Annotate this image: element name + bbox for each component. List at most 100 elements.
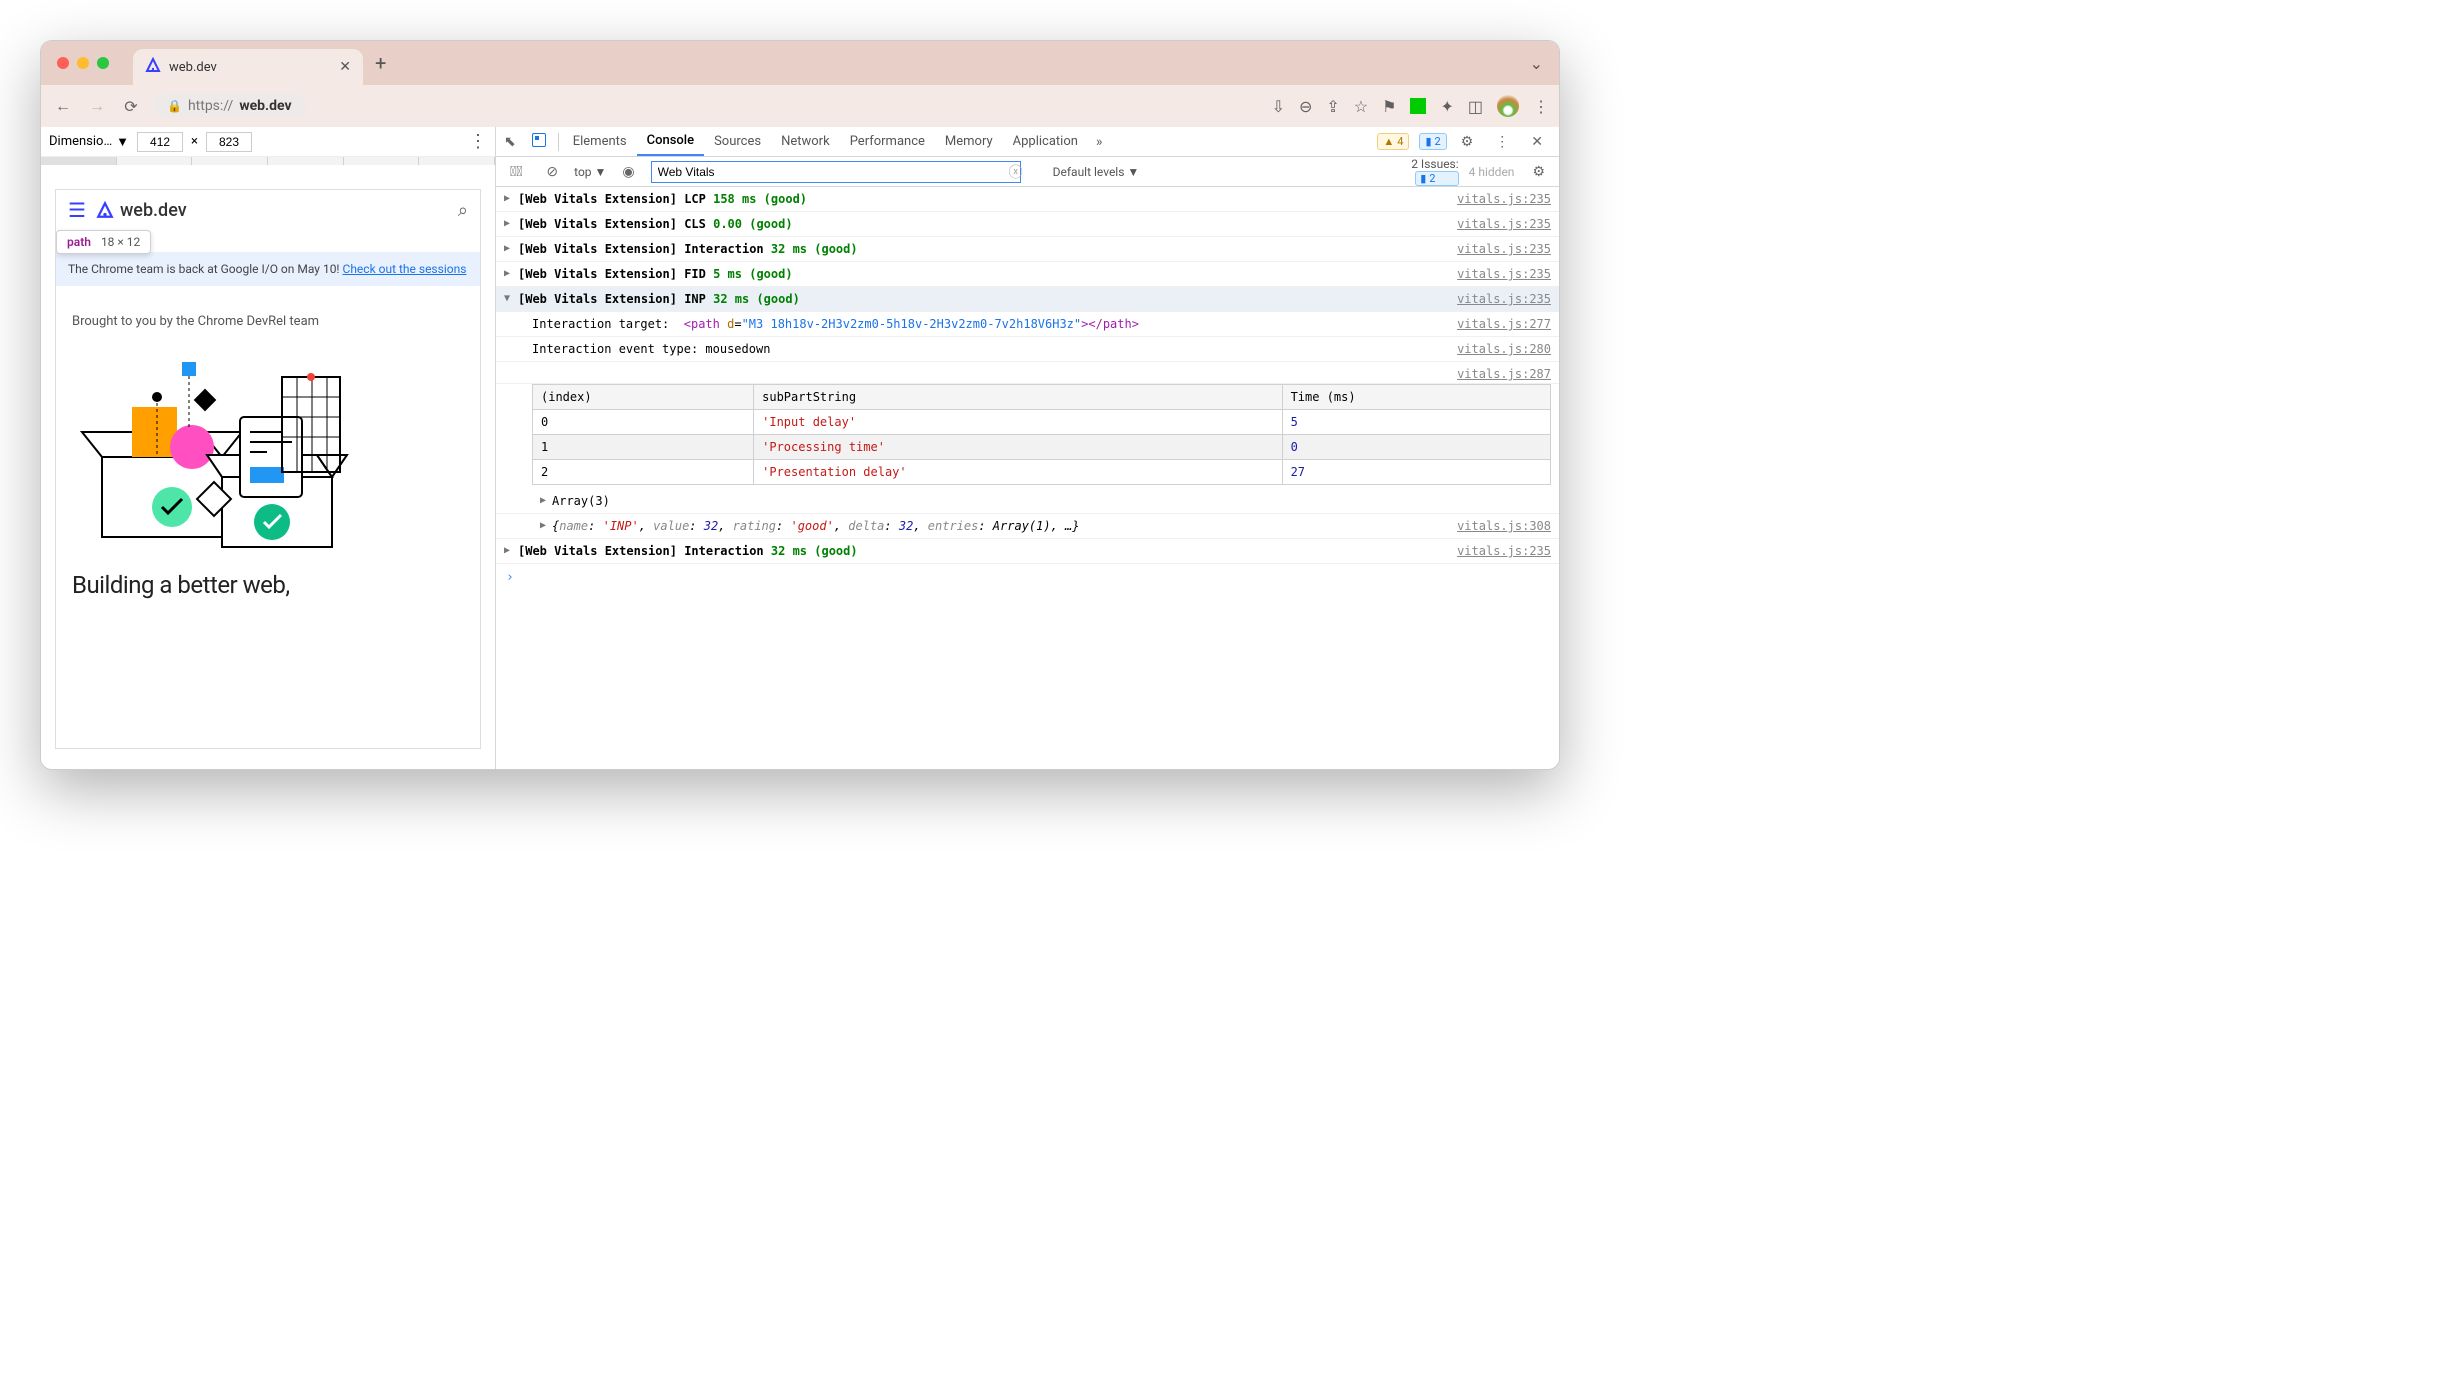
warnings-badge[interactable]: ▲ 4 (1377, 133, 1409, 150)
banner-link[interactable]: Check out the sessions (343, 262, 467, 276)
clear-console-icon[interactable]: ⊘ (538, 164, 566, 180)
console-prompt[interactable]: › (496, 564, 1559, 592)
more-tabs-button[interactable]: » (1088, 134, 1111, 150)
console-table: (index) subPartString Time (ms) 0'Input … (532, 384, 1551, 485)
sidepanel-icon[interactable]: ◫ (1468, 97, 1483, 116)
source-link[interactable]: vitals.js:235 (1457, 290, 1551, 308)
dim-separator: × (191, 134, 198, 149)
inspector-tooltip: path 18 × 12 (56, 230, 151, 254)
eye-icon[interactable]: ◉ (614, 164, 642, 180)
close-tab-button[interactable]: ✕ (339, 59, 351, 75)
lock-icon: 🔒 (167, 99, 182, 113)
hidden-count: 4 hidden (1469, 165, 1515, 179)
new-tab-button[interactable]: + (375, 51, 386, 75)
tab-elements[interactable]: Elements (563, 127, 637, 156)
source-link[interactable]: vitals.js:277 (1457, 315, 1551, 333)
url-scheme: https:// (188, 98, 233, 114)
log-detail-target: Interaction target: <path d="M3 18h18v-2… (496, 312, 1559, 337)
site-heading: Building a better web, (72, 571, 464, 600)
tab-title: web.dev (169, 60, 331, 75)
table-row: 2'Presentation delay'27 (533, 460, 1551, 485)
close-window-button[interactable] (57, 57, 69, 69)
flag-icon[interactable]: ⚑ (1382, 97, 1396, 116)
maximize-window-button[interactable] (97, 57, 109, 69)
forward-button[interactable]: → (85, 96, 109, 116)
devtools-menu-icon[interactable]: ⋮ (1487, 134, 1517, 150)
table-header: subPartString (754, 385, 1282, 410)
search-icon[interactable]: ⌕ (458, 200, 468, 221)
hero-illustration (72, 347, 352, 557)
expand-caret-icon[interactable]: ▶ (504, 265, 518, 283)
zoom-icon[interactable]: ⊖ (1299, 97, 1312, 116)
table-row: 1'Processing time'0 (533, 435, 1551, 460)
issues-link[interactable]: 2 Issues: ▮ 2 (1411, 157, 1458, 186)
tab-sources[interactable]: Sources (704, 127, 771, 156)
inspect-icon[interactable]: ⬉ (496, 134, 524, 150)
object-summary[interactable]: ▶ {name: 'INP', value: 32, rating: 'good… (496, 514, 1559, 539)
share-icon[interactable]: ⇪ (1326, 97, 1339, 116)
site-logo[interactable]: web.dev (96, 200, 187, 221)
tab-performance[interactable]: Performance (840, 127, 935, 156)
favicon-icon (145, 57, 161, 77)
scope-select[interactable]: top ▼ (574, 165, 606, 179)
source-link[interactable]: vitals.js:287 (1457, 365, 1551, 383)
kebab-menu-icon[interactable]: ⋮ (1533, 97, 1549, 116)
window-controls (57, 57, 109, 69)
url-bar[interactable]: 🔒 https:// web.dev (153, 94, 306, 118)
log-row[interactable]: ▶ [Web Vitals Extension] FID 5 ms (good)… (496, 262, 1559, 287)
toolbar-icons: ⇩ ⊖ ⇪ ☆ ⚑ ✦ ◫ ⋮ (1272, 95, 1549, 117)
device-select[interactable]: Dimensio…▼ (49, 134, 129, 150)
extension-square-icon[interactable] (1410, 98, 1426, 114)
levels-select[interactable]: Default levels ▼ (1053, 165, 1140, 179)
settings-icon[interactable]: ⚙ (1453, 134, 1482, 150)
close-devtools-button[interactable]: ✕ (1523, 134, 1551, 150)
filter-input[interactable] (651, 161, 1021, 183)
url-host: web.dev (239, 98, 291, 114)
clear-filter-icon[interactable]: ⓧ (1001, 162, 1031, 182)
browser-tab[interactable]: web.dev ✕ (133, 49, 363, 85)
devtools-panel: ⬉ Elements Console Sources Network Perfo… (496, 127, 1559, 769)
run-icon[interactable]: ▸⃞ (502, 164, 530, 180)
array-summary[interactable]: ▶Array(3) (496, 489, 1559, 514)
expand-caret-icon[interactable]: ▶ (504, 215, 518, 233)
source-link[interactable]: vitals.js:235 (1457, 190, 1551, 208)
collapse-caret-icon[interactable]: ▼ (504, 290, 518, 308)
width-input[interactable] (137, 132, 183, 152)
bookmark-icon[interactable]: ☆ (1354, 97, 1368, 116)
expand-caret-icon[interactable]: ▶ (504, 240, 518, 258)
log-row[interactable]: ▶ [Web Vitals Extension] CLS 0.00 (good)… (496, 212, 1559, 237)
browser-window: web.dev ✕ + ⌄ ← → ⟳ 🔒 https:// web.dev ⇩ … (40, 40, 1560, 770)
download-icon[interactable]: ⇩ (1272, 97, 1285, 116)
extensions-icon[interactable]: ✦ (1440, 97, 1453, 116)
source-link[interactable]: vitals.js:235 (1457, 240, 1551, 258)
tab-memory[interactable]: Memory (935, 127, 1003, 156)
info-badge[interactable]: ▮ 2 (1419, 133, 1446, 150)
source-link[interactable]: vitals.js:235 (1457, 215, 1551, 233)
source-link[interactable]: vitals.js:235 (1457, 265, 1551, 283)
site-banner: The Chrome team is back at Google I/O on… (56, 252, 480, 286)
log-row[interactable]: ▶ [Web Vitals Extension] Interaction 32 … (496, 237, 1559, 262)
source-link[interactable]: vitals.js:280 (1457, 340, 1551, 358)
reload-button[interactable]: ⟳ (119, 97, 143, 116)
source-link[interactable]: vitals.js:235 (1457, 542, 1551, 560)
console-settings-icon[interactable]: ⚙ (1524, 164, 1553, 180)
back-button[interactable]: ← (51, 96, 75, 116)
tab-console[interactable]: Console (637, 127, 704, 156)
profile-avatar[interactable] (1497, 95, 1519, 117)
device-mode-icon[interactable] (524, 133, 554, 151)
tab-application[interactable]: Application (1003, 127, 1088, 156)
device-more-button[interactable]: ⋮ (469, 131, 487, 152)
log-row-expanded[interactable]: ▼ [Web Vitals Extension] INP 32 ms (good… (496, 287, 1559, 312)
tooltip-tag: path (67, 235, 91, 249)
tab-network[interactable]: Network (771, 127, 840, 156)
source-link[interactable]: vitals.js:308 (1457, 517, 1551, 535)
height-input[interactable] (206, 132, 252, 152)
expand-caret-icon[interactable]: ▶ (504, 542, 518, 560)
log-row[interactable]: ▶ [Web Vitals Extension] Interaction 32 … (496, 539, 1559, 564)
tabs-menu-button[interactable]: ⌄ (1530, 54, 1543, 73)
log-row[interactable]: ▶ [Web Vitals Extension] LCP 158 ms (goo… (496, 187, 1559, 212)
main-area: Dimensio…▼ × ⋮ ☰ web.dev (41, 127, 1559, 769)
minimize-window-button[interactable] (77, 57, 89, 69)
hamburger-icon[interactable]: ☰ (68, 198, 86, 222)
expand-caret-icon[interactable]: ▶ (504, 190, 518, 208)
